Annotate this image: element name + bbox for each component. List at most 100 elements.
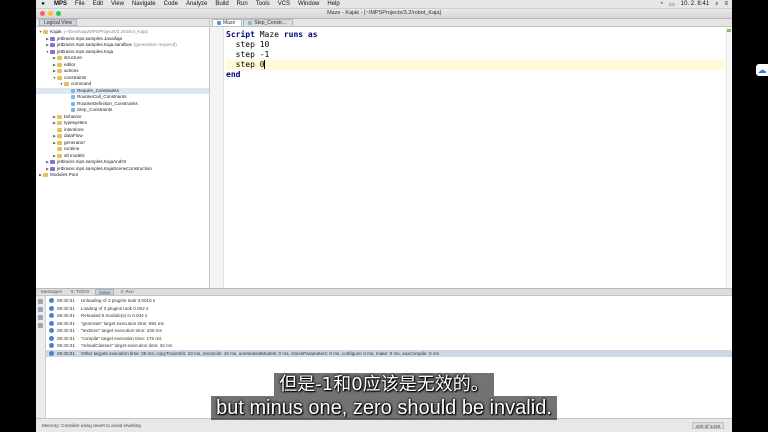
folder-icon	[57, 134, 62, 139]
folder-icon	[57, 140, 62, 145]
editor-gutter[interactable]	[210, 27, 224, 288]
message-row[interactable]: 08:40:31 Other targets execution time: 38…	[46, 349, 732, 357]
current-code-line[interactable]: step 0	[226, 60, 724, 70]
info-icon	[49, 305, 54, 311]
leaf-icon	[71, 108, 75, 113]
message-row[interactable]: 08:40:31 Unloading of 3 plugins took 0.00…	[46, 297, 732, 305]
tab-make[interactable]: Make	[95, 289, 115, 295]
message-text: "compile" target execution time: 176 ms	[80, 335, 162, 341]
info-filter-icon[interactable]	[38, 307, 43, 312]
menu-analyze[interactable]: Analyze	[182, 1, 211, 7]
logical-view-tab[interactable]: Logical View	[39, 19, 77, 26]
code-line[interactable]: Script Maze runs as	[226, 30, 724, 40]
code-area[interactable]: Script Maze runs as step 10 step -1 step…	[226, 30, 724, 80]
tree-item[interactable]: ▶ Modules Pool	[36, 172, 209, 179]
folder-icon	[57, 56, 62, 61]
menu-app-name[interactable]: MPS	[50, 1, 71, 7]
menu-status-area: ◔ ▭ 10. 2. 8:41 ⌕ ≡	[659, 1, 732, 8]
folder-icon	[57, 62, 62, 67]
status-bar: Memory: Consider using revert to avoid r…	[36, 418, 732, 432]
leaf-icon	[71, 101, 75, 106]
subtitle-chinese: 但是-1和0应该是无效的。	[0, 370, 768, 396]
editor-scrollbar[interactable]	[726, 27, 732, 288]
tree-item-note: (generation required)	[133, 42, 177, 47]
menu-build[interactable]: Build	[211, 1, 232, 7]
message-text: Loading of 3 plugins took 0.002 s	[80, 305, 149, 311]
status-text: Memory: Consider using revert to avoid r…	[42, 423, 141, 428]
editor-tab-bar: Maze Step_Constr...	[210, 19, 732, 27]
message-row[interactable]: 08:40:31 Loading of 3 plugins took 0.002 …	[46, 305, 732, 313]
info-icon	[49, 335, 54, 341]
message-text: "generate" target execution time: 694 ms	[80, 320, 164, 326]
code-editor[interactable]: Script Maze runs as step 10 step -1 step…	[210, 27, 732, 288]
keyword: end	[226, 70, 241, 79]
tab-run[interactable]: 4: Run	[117, 289, 137, 295]
tab-step-constraints[interactable]: Step_Constr...	[243, 19, 293, 26]
tab-label: Step_Constr...	[254, 19, 286, 26]
floating-side-icon[interactable]: ☁	[756, 64, 768, 76]
apple-icon[interactable]: ●	[36, 1, 50, 7]
menu-window[interactable]: Window	[294, 1, 323, 7]
constraints-icon	[248, 21, 253, 25]
code-line[interactable]: end	[226, 70, 724, 80]
menu-edit[interactable]: Edit	[89, 1, 107, 7]
folder-icon	[57, 69, 62, 74]
no-errors-marker	[727, 29, 731, 32]
folder-icon	[57, 121, 62, 126]
list-icon[interactable]: ≡	[724, 1, 728, 7]
memory-indicator[interactable]: 420 of 1419	[691, 422, 724, 429]
module-icon	[50, 36, 55, 41]
menu-vcs[interactable]: VCS	[274, 1, 294, 7]
tool-window-tabs: Messages 6: TODO Make 4: Run	[36, 288, 732, 296]
tree-item-label: Step_Constraints	[77, 107, 113, 112]
settings-icon[interactable]	[38, 323, 43, 328]
info-icon	[49, 350, 54, 356]
clear-icon[interactable]	[38, 299, 43, 304]
folder-icon	[64, 82, 69, 87]
code-text: step 10	[226, 40, 270, 49]
folder-icon	[57, 153, 62, 158]
code-line[interactable]: step 10	[226, 40, 724, 50]
message-row[interactable]: 08:40:31 Reloaded 6 module(s) in 0.034 s	[46, 312, 732, 320]
project-tree: ▼ Kajak (~/Dev/Kaja/MPSProjects/3.2/robot_…	[36, 27, 209, 179]
menu-clock[interactable]: 10. 2. 8:41	[681, 1, 709, 7]
folder-icon	[43, 30, 48, 35]
folder-icon	[57, 75, 62, 80]
warning-filter-icon[interactable]	[38, 315, 43, 320]
menu-view[interactable]: View	[107, 1, 128, 7]
tab-messages[interactable]: Messages	[38, 289, 65, 295]
info-icon	[49, 343, 54, 349]
search-icon[interactable]: ⌕	[715, 1, 718, 8]
module-icon	[50, 166, 55, 171]
project-panel: Logical View ▼ Kajak (~/Dev/Kaja/MPSProjec…	[36, 19, 210, 288]
script-icon	[217, 21, 221, 25]
menu-code[interactable]: Code	[160, 1, 182, 7]
message-time: 08:40:31	[57, 328, 75, 333]
tab-label: Maze	[223, 19, 236, 26]
code-line[interactable]: step -1	[226, 50, 724, 60]
menu-run[interactable]: Run	[233, 1, 252, 7]
menu-navigate[interactable]: Navigate	[128, 1, 160, 7]
window-title: Maze - Kajak - [~/MPSProjects/3.2/robot_…	[327, 10, 441, 16]
wifi-icon[interactable]: ◔	[659, 1, 663, 7]
battery-icon[interactable]: ▭	[669, 1, 675, 8]
message-time: 08:40:31	[57, 313, 75, 318]
menu-tools[interactable]: Tools	[252, 1, 274, 7]
code-text: step 0	[226, 60, 265, 69]
message-time: 08:40:31	[57, 335, 75, 341]
message-text: "reloadClasses" target execution time: 3…	[80, 343, 173, 348]
module-icon	[50, 160, 55, 165]
tree-item-label: Modules Pool	[50, 172, 78, 177]
message-row[interactable]: 08:40:31 "reloadClasses" target execution…	[46, 342, 732, 350]
menu-help[interactable]: Help	[323, 1, 343, 7]
leaf-icon	[71, 88, 75, 93]
message-row[interactable]: 08:40:31 "textGen" target execution time:…	[46, 327, 732, 335]
message-row[interactable]: 08:40:31 "generate" target execution time…	[46, 320, 732, 328]
tab-maze[interactable]: Maze	[212, 19, 243, 26]
text-caret	[263, 60, 265, 69]
message-text: "textGen" target execution time: 230 ms	[80, 328, 162, 333]
tab-todo[interactable]: 6: TODO	[68, 289, 92, 295]
project-view-selector: Logical View	[36, 19, 209, 27]
menu-file[interactable]: File	[71, 1, 89, 7]
message-row[interactable]: 08:40:31 "compile" target execution time:…	[46, 335, 732, 343]
